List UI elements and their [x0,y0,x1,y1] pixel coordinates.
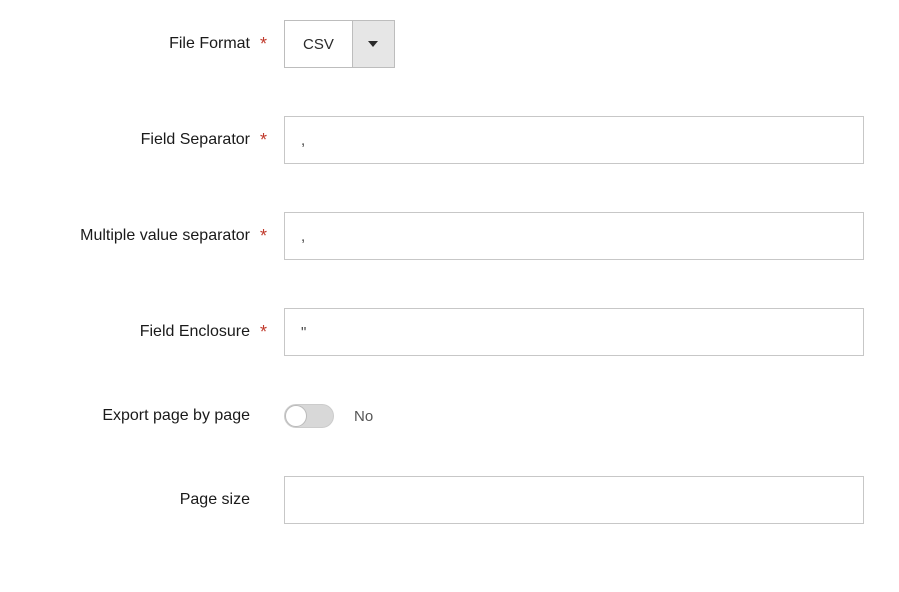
required-indicator: * [260,34,278,55]
control-export-page-by-page: No [284,404,879,428]
control-page-size [284,476,879,524]
row-export-page-by-page: Export page by page No [0,404,879,428]
control-multiple-value-separator [284,212,879,260]
file-format-selected-value: CSV [285,21,352,67]
field-enclosure-input[interactable] [284,308,864,356]
label-multiple-value-separator: Multiple value separator [0,227,260,245]
export-page-by-page-state: No [354,408,373,425]
required-indicator: * [260,130,278,151]
multiple-value-separator-input[interactable] [284,212,864,260]
chevron-down-icon [368,39,378,49]
label-field-enclosure: Field Enclosure [0,323,260,341]
row-page-size: Page size [0,476,879,524]
row-multiple-value-separator: Multiple value separator * [0,212,879,260]
file-format-select[interactable]: CSV [284,20,395,68]
field-separator-input[interactable] [284,116,864,164]
page-size-input[interactable] [284,476,864,524]
row-file-format: File Format * CSV [0,20,879,68]
row-field-separator: Field Separator * [0,116,879,164]
label-page-size: Page size [0,491,260,509]
label-field-separator: Field Separator [0,131,260,149]
required-indicator: * [260,322,278,343]
control-field-enclosure [284,308,879,356]
control-field-separator [284,116,879,164]
required-indicator: * [260,226,278,247]
label-export-page-by-page: Export page by page [0,407,260,425]
control-file-format: CSV [284,20,879,68]
toggle-knob [285,405,307,427]
label-file-format: File Format [0,35,260,53]
file-format-dropdown-trigger[interactable] [352,21,394,67]
toggle-wrap: No [284,404,373,428]
row-field-enclosure: Field Enclosure * [0,308,879,356]
export-page-by-page-toggle[interactable] [284,404,334,428]
